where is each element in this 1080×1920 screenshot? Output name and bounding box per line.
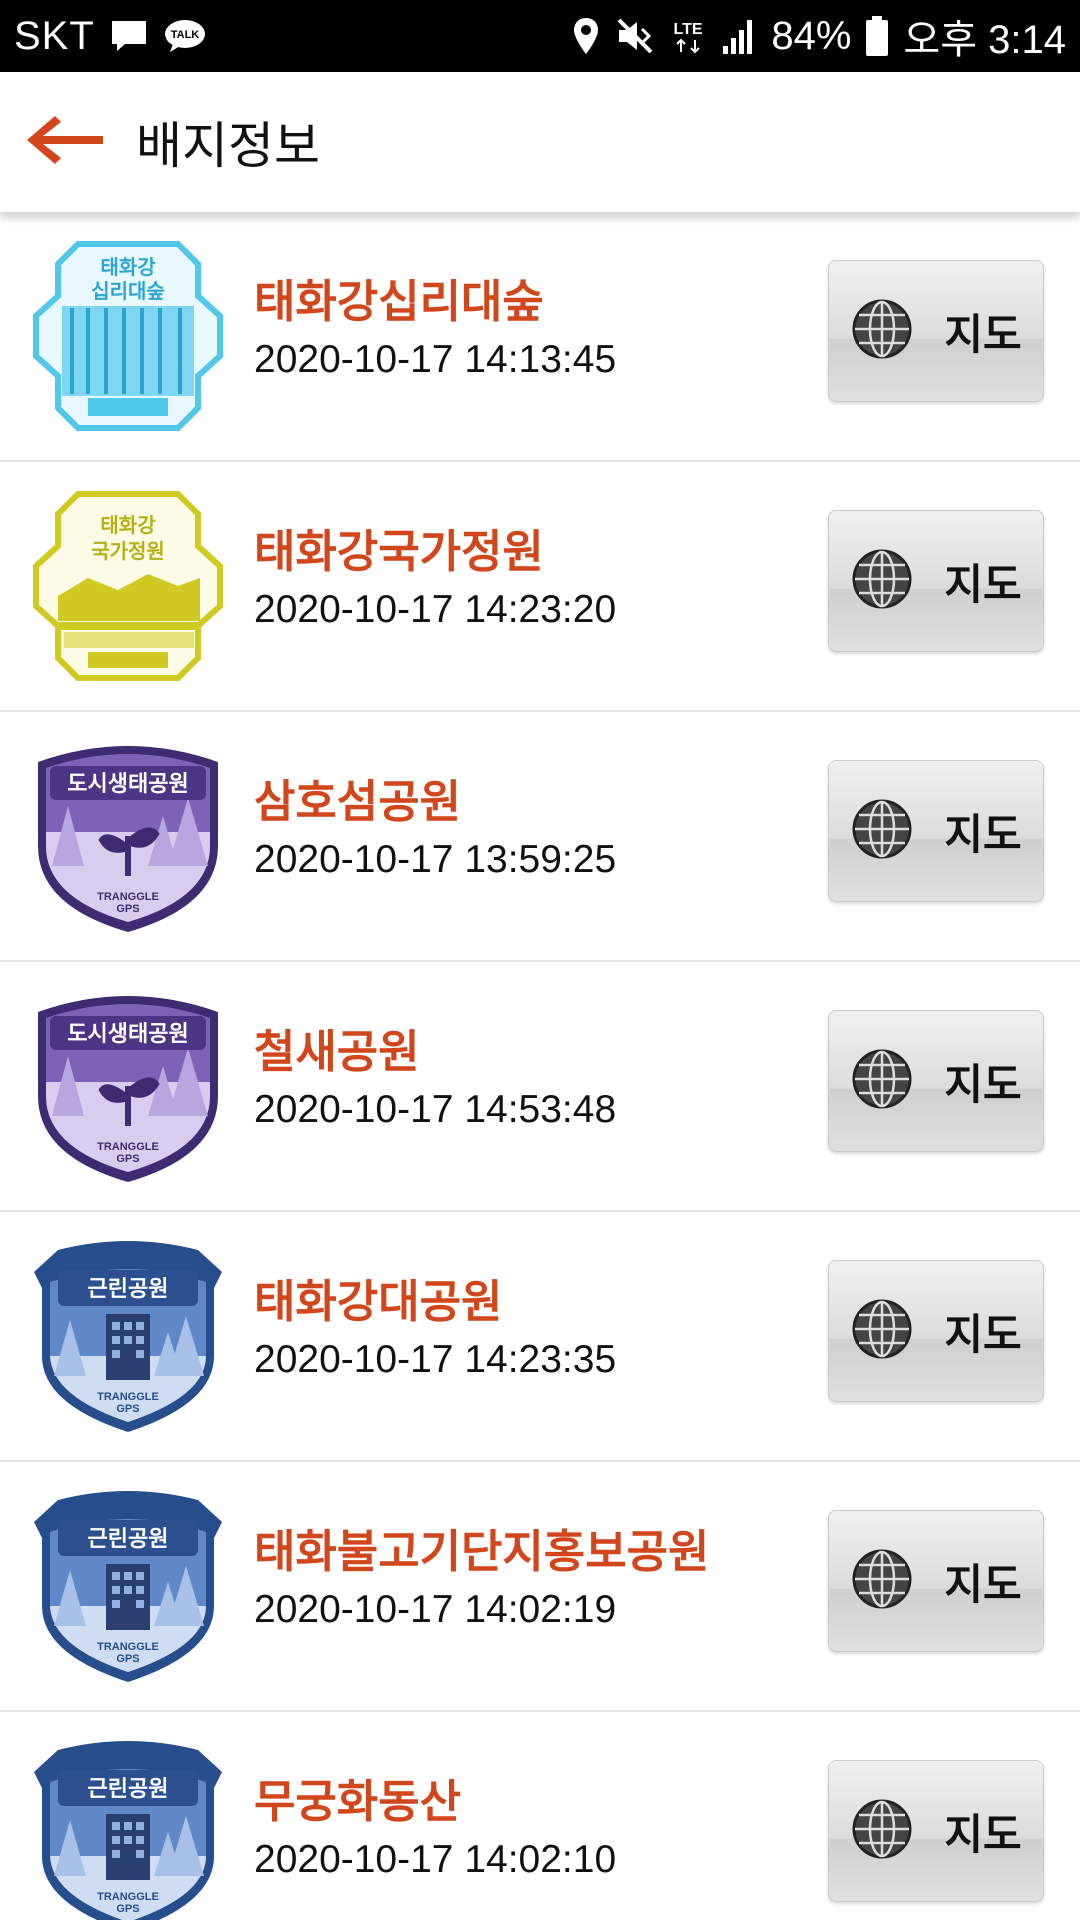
badge-text-line1: 도시생태공원 [67, 1022, 188, 1047]
back-button[interactable] [0, 72, 130, 212]
badge-date: 2020-10-17 14:02:19 [254, 1588, 617, 1631]
badge-date: 2020-10-17 14:13:45 [254, 338, 617, 381]
badge-date: 2020-10-17 14:23:35 [254, 1338, 617, 1381]
badge-text-line2: TRANGGLE [97, 1141, 159, 1153]
badge-text-line2: TRANGGLE [97, 1891, 159, 1903]
badge-text-line3: GPS [116, 903, 139, 915]
clock: 오후 3:14 [903, 18, 1066, 62]
badge-date: 2020-10-17 14:23:20 [254, 588, 617, 631]
badge-text-line3: GPS [116, 1653, 139, 1665]
svg-text:LTE: LTE [674, 21, 703, 38]
battery-percent: 84% [771, 13, 852, 58]
globe-icon [850, 1797, 914, 1865]
map-button[interactable]: 지도 [828, 1510, 1044, 1652]
talk-icon: TALK [163, 18, 207, 54]
page-title: 배지정보 [136, 117, 320, 175]
list-item[interactable]: 태화강 십리대숲 태화강십리대숲 2020-10-17 14:13:45 지도 [0, 212, 1080, 462]
signal-icon [721, 16, 757, 56]
list-item[interactable]: 태화강 국가정원 태화강국가정원 2020-10-17 14:23:20 지도 [0, 462, 1080, 712]
list-item[interactable]: 근린공원 TRANGGLE GPS 태화불고기단지홍보공원 2020-10-17… [0, 1462, 1080, 1712]
badge-text-line1: 태화강 [100, 255, 156, 279]
badge-name: 태화불고기단지홍보공원 [254, 1525, 710, 1578]
map-button[interactable]: 지도 [828, 1260, 1044, 1402]
badge-text-line3: GPS [116, 1153, 139, 1165]
badge-name: 태화강국가정원 [254, 525, 544, 578]
map-button[interactable]: 지도 [828, 1760, 1044, 1902]
badge-list: 태화강 십리대숲 태화강십리대숲 2020-10-17 14:13:45 지도 … [0, 212, 1080, 1920]
list-item[interactable]: 근린공원 TRANGGLE GPS 태화강대공원 2020-10-17 14:2… [0, 1212, 1080, 1462]
badge-image: 근린공원 TRANGGLE GPS [28, 1736, 228, 1920]
badge-image: 태화강 국가정원 [28, 486, 228, 686]
badge-text-line2: TRANGGLE [97, 891, 159, 903]
map-button-label: 지도 [944, 559, 1022, 609]
badge-date: 2020-10-17 13:59:25 [254, 838, 617, 881]
map-button-label: 지도 [944, 1309, 1022, 1359]
badge-text-line2: TRANGGLE [97, 1641, 159, 1653]
globe-icon [850, 1047, 914, 1115]
svg-text:TALK: TALK [171, 29, 200, 41]
badge-image: 도시생태공원 TRANGGLE GPS [28, 986, 228, 1186]
back-arrow-icon [23, 110, 107, 174]
carrier-label: SKT [14, 13, 95, 58]
mute-icon [615, 16, 655, 56]
badge-text-line2: TRANGGLE [97, 1391, 159, 1403]
badge-name: 무궁화동산 [254, 1775, 462, 1828]
map-button[interactable]: 지도 [828, 510, 1044, 652]
badge-text-line1: 근린공원 [88, 1527, 169, 1552]
badge-text-line3: GPS [116, 1403, 139, 1415]
globe-icon [850, 797, 914, 865]
badge-date: 2020-10-17 14:53:48 [254, 1088, 617, 1131]
badge-text-line3: GPS [116, 1903, 139, 1915]
list-item[interactable]: 근린공원 TRANGGLE GPS 무궁화동산 2020-10-17 14:02… [0, 1712, 1080, 1920]
badge-text-line1: 도시생태공원 [67, 772, 188, 797]
globe-icon [850, 1297, 914, 1365]
globe-icon [850, 547, 914, 615]
badge-text-line2: 십리대숲 [91, 279, 165, 303]
badge-name: 태화강대공원 [254, 1275, 503, 1328]
map-button[interactable]: 지도 [828, 1010, 1044, 1152]
battery-icon [865, 15, 889, 57]
lte-icon: LTE [669, 16, 707, 56]
badge-image: 도시생태공원 TRANGGLE GPS [28, 736, 228, 936]
globe-icon [850, 297, 914, 365]
map-button[interactable]: 지도 [828, 760, 1044, 902]
message-icon [109, 18, 149, 54]
map-button-label: 지도 [944, 1059, 1022, 1109]
app-bar: 배지정보 [0, 72, 1080, 212]
map-button-label: 지도 [944, 309, 1022, 359]
globe-icon [850, 1547, 914, 1615]
list-item[interactable]: 도시생태공원 TRANGGLE GPS 삼호섬공원 2020-10-17 13:… [0, 712, 1080, 962]
badge-text-line1: 근린공원 [88, 1277, 169, 1302]
badge-text-line1: 태화강 [100, 513, 156, 537]
badge-name: 철새공원 [254, 1025, 420, 1078]
badge-date: 2020-10-17 14:02:10 [254, 1838, 617, 1881]
badge-text-line1: 근린공원 [88, 1777, 169, 1802]
map-button-label: 지도 [944, 1559, 1022, 1609]
badge-text-line2: 국가정원 [91, 539, 165, 563]
map-button-label: 지도 [944, 809, 1022, 859]
map-button-label: 지도 [944, 1809, 1022, 1859]
status-bar: SKT TALK LTE 84% 오후 3:14 [0, 0, 1080, 72]
badge-name: 태화강십리대숲 [254, 275, 544, 328]
badge-image: 근린공원 TRANGGLE GPS [28, 1236, 228, 1436]
location-icon [571, 16, 601, 56]
badge-name: 삼호섬공원 [254, 775, 462, 828]
map-button[interactable]: 지도 [828, 260, 1044, 402]
badge-image: 태화강 십리대숲 [28, 236, 228, 436]
list-item[interactable]: 도시생태공원 TRANGGLE GPS 철새공원 2020-10-17 14:5… [0, 962, 1080, 1212]
badge-image: 근린공원 TRANGGLE GPS [28, 1486, 228, 1686]
